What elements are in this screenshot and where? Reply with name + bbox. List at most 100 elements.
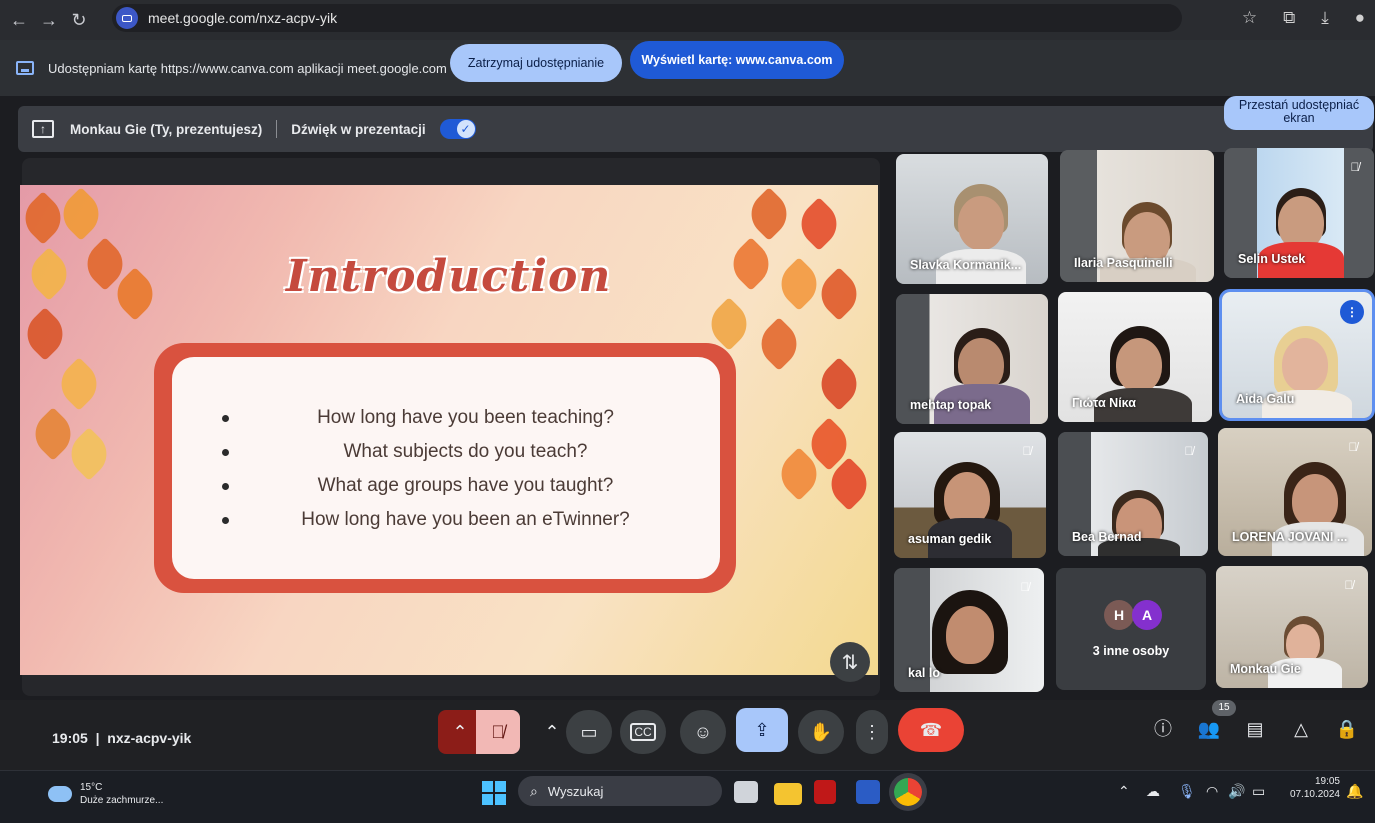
present-now-button[interactable]: ⇪ (736, 708, 788, 752)
weather-widget[interactable]: 15°C Duże zachmurze... (48, 781, 163, 807)
participant-name: Selin Ustek (1238, 252, 1306, 266)
microphone-icon[interactable]: 🎙 (1178, 783, 1196, 800)
participant-tile[interactable]: 🎙̸ LORENA JOVANI ... (1218, 428, 1372, 556)
participant-tile[interactable]: 🎙̸ asuman gedik (894, 432, 1046, 558)
face (1292, 474, 1338, 528)
mic-off-icon: 🎙̸ (1350, 160, 1360, 174)
start-button[interactable] (482, 781, 506, 805)
stop-sharing-button[interactable]: Zatrzymaj udostępnianie (450, 44, 622, 82)
participant-tile[interactable]: 🎙̸ kal lo (894, 568, 1044, 692)
camera-toggle-button[interactable]: ▭ (566, 710, 612, 754)
cloud-icon (48, 786, 72, 802)
participant-tile[interactable]: Slavka Kormanik... (896, 154, 1048, 284)
search-icon: ⌕ (530, 782, 538, 799)
participant-name: kal lo (908, 666, 940, 680)
hang-up-icon: ☎ (919, 719, 943, 740)
host-controls-icon[interactable]: 🔒 (1334, 716, 1360, 742)
emoji-icon: ☺ (693, 721, 713, 742)
stop-screen-share-button[interactable]: Przestań udostępniać ekran (1224, 96, 1374, 130)
participant-tile[interactable]: 🎙̸ Bea Bernad (1058, 432, 1208, 556)
raise-hand-button[interactable]: ✋ (798, 710, 844, 754)
show-tab-button[interactable]: Wyświetl kartę: www.canva.com (630, 41, 844, 79)
leaf-decoration (772, 257, 826, 311)
leaf-decoration (812, 267, 866, 321)
captions-button[interactable]: CC (620, 710, 666, 754)
volume-icon[interactable]: 🔊 (1228, 783, 1245, 800)
leaf-decoration (20, 191, 70, 245)
participant-tile[interactable]: Ilaria Pasquinelli (1060, 150, 1214, 282)
profile-icon[interactable]: ● (1355, 8, 1365, 28)
leave-call-button[interactable]: ☎ (898, 708, 964, 752)
wifi-icon[interactable]: ◠ (1206, 783, 1218, 800)
leaf-decoration (792, 197, 846, 251)
participant-tile-others[interactable]: H A 3 inne osoby (1056, 568, 1206, 690)
search-placeholder: Wyszukaj (547, 783, 604, 799)
mic-off-icon: 🎙̸ (1348, 440, 1358, 454)
video-camera-icon: ▭ (580, 721, 598, 742)
question-text: How long have you been an eTwinner? (301, 509, 630, 530)
chevron-up-icon: ⌃ (452, 721, 468, 742)
present-screen-icon: ↑ (32, 120, 54, 138)
participant-tile[interactable]: Γιώτα Νίκα (1058, 292, 1212, 422)
chat-icon[interactable]: ▤ (1242, 716, 1268, 742)
clock-date: 07.10.2024 (1289, 789, 1340, 800)
avatar: H (1104, 600, 1134, 630)
questions-card: How long have you been teaching? What su… (172, 357, 720, 579)
participant-name: LORENA JOVANI ... (1232, 530, 1348, 544)
file-explorer-icon[interactable] (774, 783, 802, 805)
share-tab-icon (16, 61, 34, 75)
leaf-decoration (54, 187, 108, 241)
face (1282, 338, 1328, 392)
participant-tile-self[interactable]: 🎙̸ Monkau Gie (1216, 566, 1368, 688)
presentation-audio-toggle[interactable]: ✓ (439, 119, 476, 139)
mcafee-icon[interactable] (814, 780, 836, 804)
check-icon: ✓ (456, 120, 475, 138)
system-clock[interactable]: 19:05 07.10.2024 (1280, 775, 1340, 801)
participant-name: mehtap topak (910, 398, 992, 412)
clock-time: 19:05 (1314, 776, 1340, 787)
word-icon[interactable] (856, 780, 880, 804)
notifications-off-icon[interactable]: ☁ (1146, 783, 1160, 800)
share-message: Udostępniam kartę https://www.canva.com … (48, 60, 447, 76)
more-options-button[interactable]: ⋮ (856, 710, 888, 754)
microphone-toggle-button[interactable]: 🎙̸ (476, 710, 520, 754)
bullet (222, 482, 229, 490)
activities-icon[interactable]: △ (1288, 716, 1314, 742)
bookmark-star-icon[interactable]: ☆ (1242, 8, 1257, 28)
more-vert-icon: ⋮ (863, 721, 881, 742)
battery-icon[interactable]: ▭ (1252, 783, 1265, 800)
taskbar-search[interactable]: ⌕ Wyszukaj (518, 776, 722, 806)
forward-arrow-icon[interactable]: → (34, 10, 64, 31)
questions-frame: How long have you been teaching? What su… (154, 343, 736, 593)
leaf-decoration (724, 237, 778, 291)
temperature: 15°C (80, 782, 103, 793)
question-text: What subjects do you teach? (343, 441, 588, 462)
list-item: How long have you been an eTwinner? (222, 503, 702, 537)
extensions-icon[interactable]: ⧉ (1283, 8, 1295, 28)
task-view-icon[interactable] (734, 781, 758, 803)
back-arrow-icon[interactable]: ← (4, 10, 34, 31)
notification-bell-icon[interactable]: 🔔 (1346, 783, 1363, 800)
reactions-button[interactable]: ☺ (680, 710, 726, 754)
meeting-details-icon[interactable]: ⓘ (1150, 716, 1176, 742)
face (1116, 338, 1162, 392)
address-bar[interactable]: meet.google.com/nxz-acpv-yik (112, 4, 1182, 32)
leaf-decoration (812, 357, 866, 411)
meeting-time: 19:05 (52, 730, 88, 746)
speaking-indicator-icon: ⋮ (1340, 300, 1364, 324)
people-icon[interactable]: 👥 (1196, 716, 1222, 742)
reload-icon[interactable]: ↻ (64, 10, 94, 31)
download-icon[interactable]: ⤓ (1321, 8, 1329, 28)
participant-tile-active-speaker[interactable]: ⋮ Aida Galu (1219, 289, 1375, 421)
leaf-decoration (20, 307, 72, 361)
participant-tile[interactable]: mehtap topak (896, 294, 1048, 424)
participant-tile[interactable]: 🎙̸ Selin Ustek (1224, 148, 1374, 278)
meeting-controls-bar: 19:05 | nxz-acpv-yik ⌃ 🎙̸ ⌃ ▭ CC ☺ ⇪ ✋ ⋮… (0, 700, 1375, 770)
chrome-icon[interactable] (894, 778, 922, 806)
participant-name: Monkau Gie (1230, 662, 1301, 676)
show-hidden-icons-chevron[interactable]: ⌃ (1118, 783, 1130, 800)
leaf-decoration (752, 317, 806, 371)
swap-arrows-icon: ⇅ (841, 651, 859, 674)
swap-layout-button[interactable]: ⇅ (830, 642, 870, 682)
tab-share-notification: Udostępniam kartę https://www.canva.com … (0, 40, 1375, 96)
